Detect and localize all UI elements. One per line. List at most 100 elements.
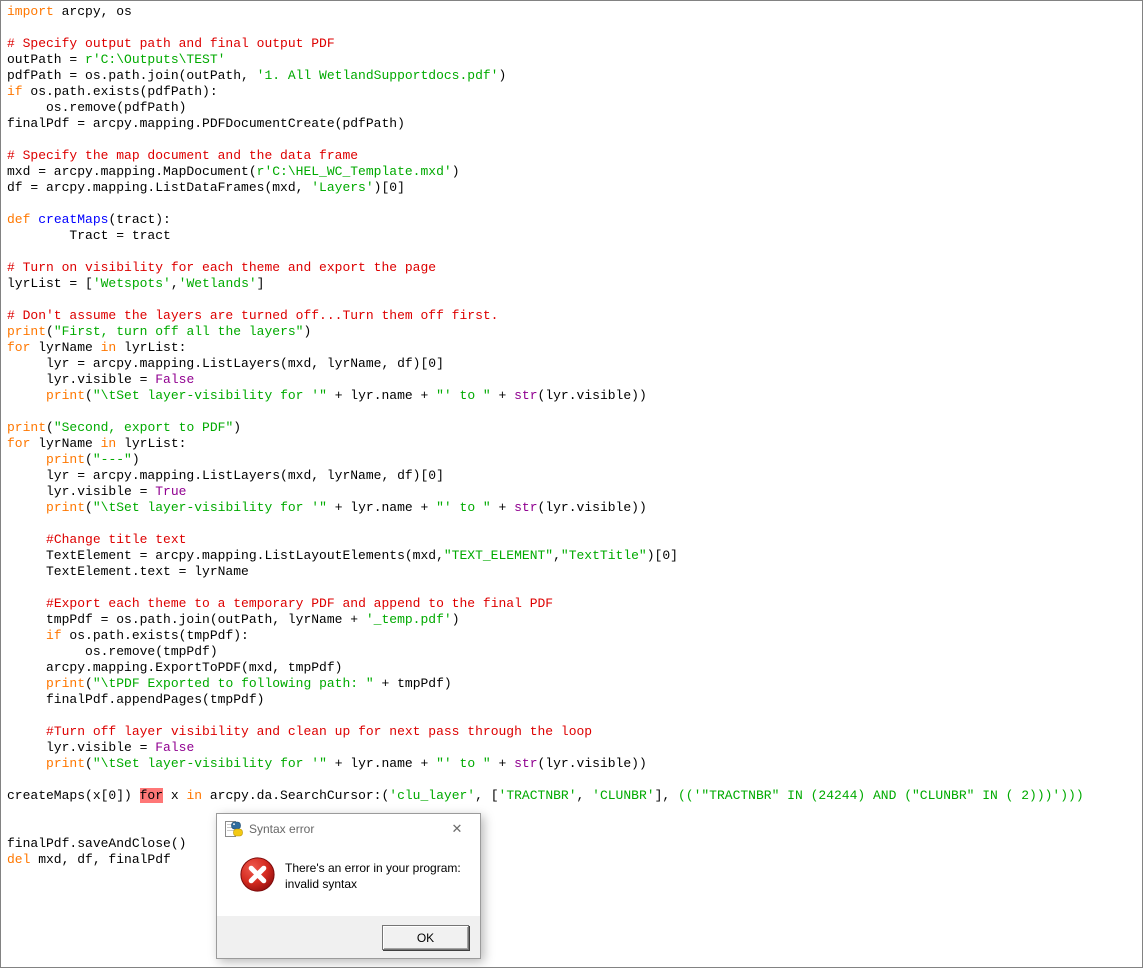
code-token: "\tSet layer-visibility for '" [92,500,327,515]
code-token: lyrList: [116,436,187,451]
code-token: "TEXT_ELEMENT" [443,548,554,563]
code-token: if [7,84,23,99]
code-line: print("\tSet layer-visibility for '" + l… [7,388,1142,404]
code-line: def creatMaps(tract): [7,212,1142,228]
code-line: mxd = arcpy.mapping.MapDocument(r'C:\HEL… [7,164,1142,180]
code-line: if os.path.exists(pdfPath): [7,84,1142,100]
code-token: , [553,548,561,563]
code-token: "' to " [436,500,491,515]
code-line: TextElement = arcpy.mapping.ListLayoutEl… [7,548,1142,564]
code-token: 'CLUNBR' [592,788,655,803]
code-line: print("\tPDF Exported to following path:… [7,676,1142,692]
code-token: (lyr.visible)) [537,756,647,771]
code-token: ) [233,420,242,435]
code-line: createMaps(x[0]) for x in arcpy.da.Searc… [7,788,1142,804]
code-line: print("\tSet layer-visibility for '" + l… [7,500,1142,516]
code-token: ], [654,788,678,803]
code-token: lyrName [30,340,101,355]
code-line: lyr.visible = False [7,740,1142,756]
code-token: lyrName [30,436,101,451]
code-token: ) [131,452,140,467]
code-line: #Export each theme to a temporary PDF an… [7,596,1142,612]
code-token: lyr.visible = [7,372,156,387]
code-token: str [514,756,538,771]
code-token: arcpy.da.SearchCursor:( [202,788,390,803]
code-token: if [46,628,62,643]
code-line: # Turn on visibility for each theme and … [7,260,1142,276]
code-token: (lyr.visible)) [537,388,647,403]
dialog-title: Syntax error [249,821,315,836]
code-token: in [100,436,117,451]
code-token: + [490,756,515,771]
dialog-titlebar[interactable]: Syntax error ✕ [217,814,480,843]
close-icon[interactable]: ✕ [440,814,480,843]
code-token: print [46,452,86,467]
code-token: True [155,484,187,499]
code-token: lyrList: [116,340,187,355]
dialog-footer: OK [217,916,480,958]
code-token: mxd = arcpy.mapping.MapDocument( [7,164,257,179]
code-token: ( [46,324,54,339]
code-token: finalPdf = arcpy.mapping.PDFDocumentCrea… [7,116,405,131]
code-token: ) [303,324,312,339]
code-token: , [170,276,179,291]
code-line: TextElement.text = lyrName [7,564,1142,580]
syntax-error-dialog: Syntax error ✕ There's an error in your … [216,813,481,959]
code-line: #Turn off layer visibility and clean up … [7,724,1142,740]
code-line: pdfPath = os.path.join(outPath, '1. All … [7,68,1142,84]
code-token: pdfPath = os.path.join(outPath, [7,68,257,83]
code-line: if os.path.exists(tmpPdf): [7,628,1142,644]
code-token: #Change title text [46,532,187,547]
code-token: ( [85,452,93,467]
code-token: "---" [92,452,132,467]
code-token: + lyr.name + [326,500,437,515]
ok-button[interactable]: OK [382,925,469,950]
code-token: print [46,756,86,771]
code-token: lyr = arcpy.mapping.ListLayers(mxd, lyrN… [7,356,444,371]
code-token: createMaps(x[0]) [7,788,140,803]
code-token: ) [498,68,507,83]
code-token: os.remove(pdfPath) [7,100,187,115]
code-token: lyr = arcpy.mapping.ListLayers(mxd, lyrN… [7,468,444,483]
code-token: "First, turn off all the layers" [53,324,304,339]
code-token: in [186,788,203,803]
code-token: os.path.exists(tmpPdf): [61,628,249,643]
code-token: outPath = [7,52,86,67]
code-line: for lyrName in lyrList: [7,340,1142,356]
code-token: )[0] [373,180,405,195]
code-line: outPath = r'C:\Outputs\TEST' [7,52,1142,68]
code-token: "' to " [436,388,491,403]
code-token: "\tSet layer-visibility for '" [92,388,327,403]
python-file-icon [225,820,243,837]
code-token: (tract): [108,212,171,227]
error-message-line2: invalid syntax [285,877,358,891]
dialog-body: There's an error in your program: invali… [217,843,480,916]
code-token: 'Wetspots' [92,276,171,291]
error-icon [240,857,275,892]
code-line: finalPdf.saveAndClose() [7,836,1142,852]
code-area[interactable]: import arcpy, os # Specify output path an… [1,1,1142,868]
code-token: # Specify output path and final output P… [7,36,335,51]
code-line: print("\tSet layer-visibility for '" + l… [7,756,1142,772]
code-line: df = arcpy.mapping.ListDataFrames(mxd, '… [7,180,1142,196]
code-token: r'C:\Outputs\TEST' [85,52,226,67]
error-message-line1: There's an error in your program: [285,861,461,875]
code-token: x [163,788,187,803]
code-token: ] [256,276,265,291]
code-line: Tract = tract [7,228,1142,244]
code-line: os.remove(tmpPdf) [7,644,1142,660]
code-line: lyr = arcpy.mapping.ListLayers(mxd, lyrN… [7,356,1142,372]
code-token: )[0] [646,548,678,563]
code-token: 'Layers' [311,180,374,195]
